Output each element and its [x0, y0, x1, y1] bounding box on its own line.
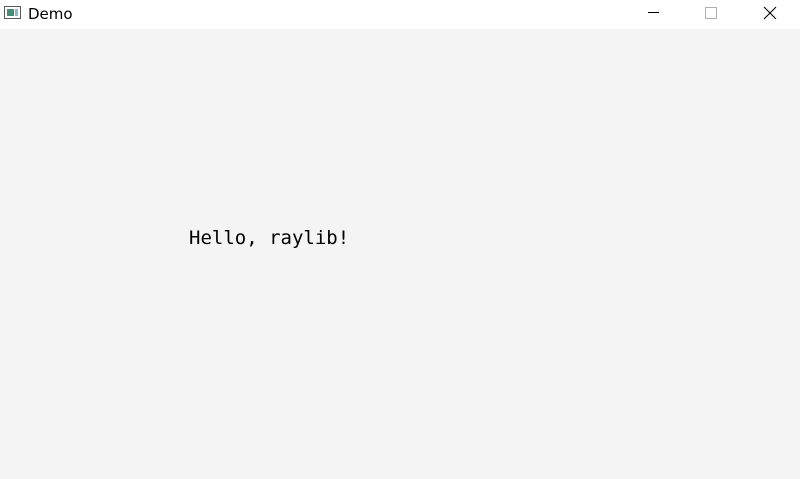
window-title: Demo [28, 5, 73, 23]
app-window: Demo Hello, raylib! [0, 0, 800, 479]
hello-text: Hello, raylib! [189, 227, 350, 249]
close-icon [763, 6, 777, 20]
close-button[interactable] [746, 0, 792, 29]
minimize-icon [648, 12, 659, 13]
maximize-icon [705, 7, 717, 19]
minimize-button[interactable] [630, 0, 676, 29]
title-bar[interactable]: Demo [0, 0, 800, 29]
window-app-icon[interactable] [4, 6, 21, 19]
app-icon-pane [7, 9, 14, 16]
canvas-area: Hello, raylib! [0, 29, 800, 479]
app-icon-pane-secondary [15, 9, 18, 16]
maximize-button[interactable] [688, 0, 734, 29]
